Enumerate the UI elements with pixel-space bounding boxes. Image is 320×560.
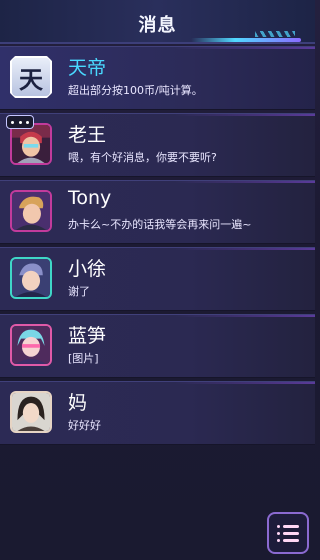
conversation-item-mom[interactable]: 妈 好好好 (0, 381, 315, 445)
message-preview: 超出部分按100币/吨计算。 (68, 84, 203, 97)
avatar (10, 190, 52, 232)
avatar (10, 391, 52, 433)
avatar-illustration (12, 125, 50, 163)
conversation-list: 天 天帝 超出部分按100币/吨计算。 老王 喂，有个好消息，你要不要听? To… (0, 46, 315, 448)
avatar-illustration (12, 393, 50, 431)
item-accent (175, 315, 315, 317)
message-preview: 办卡么~不办的话我等会再来问一遍~ (68, 218, 252, 231)
conversation-item-lansun[interactable]: 蓝笋 [图片] (0, 314, 315, 378)
header-glow (191, 38, 301, 42)
avatar: 天 (10, 56, 52, 98)
item-accent (175, 382, 315, 384)
menu-button[interactable] (267, 512, 309, 554)
conversation-item-laowang[interactable]: 老王 喂，有个好消息，你要不要听? (0, 113, 315, 177)
contact-name: 蓝笋 (68, 325, 107, 347)
item-accent (175, 114, 315, 116)
menu-icon (277, 524, 307, 528)
contact-name: 天帝 (68, 57, 107, 79)
avatar (10, 324, 52, 366)
header-bar: 消息 (0, 0, 315, 44)
message-preview: 喂，有个好消息，你要不要听? (68, 151, 217, 164)
item-accent (175, 248, 315, 250)
system-avatar-glyph: 天 (19, 65, 43, 94)
conversation-item-tony[interactable]: Tony 办卡么~不办的话我等会再来问一遍~ (0, 180, 315, 244)
message-preview: 谢了 (68, 285, 90, 298)
avatar-illustration (12, 259, 50, 297)
avatar (10, 123, 52, 165)
conversation-item-xiaoxu[interactable]: 小徐 谢了 (0, 247, 315, 311)
avatar-illustration (12, 192, 50, 230)
menu-icon-line (277, 531, 307, 535)
item-accent (175, 47, 315, 49)
message-preview: [图片] (68, 352, 99, 365)
message-preview: 好好好 (68, 419, 101, 432)
contact-name: 小徐 (68, 258, 107, 280)
contact-name: Tony (68, 187, 112, 209)
contact-name: 妈 (68, 392, 88, 414)
ellipsis-icon (6, 115, 34, 129)
contact-name: 老王 (68, 124, 107, 146)
item-accent (175, 181, 315, 183)
header-decoration (255, 31, 295, 37)
conversation-item-tiandi[interactable]: 天 天帝 超出部分按100币/吨计算。 (0, 46, 315, 110)
menu-icon-line (277, 538, 307, 542)
avatar-illustration (12, 326, 50, 364)
avatar (10, 257, 52, 299)
